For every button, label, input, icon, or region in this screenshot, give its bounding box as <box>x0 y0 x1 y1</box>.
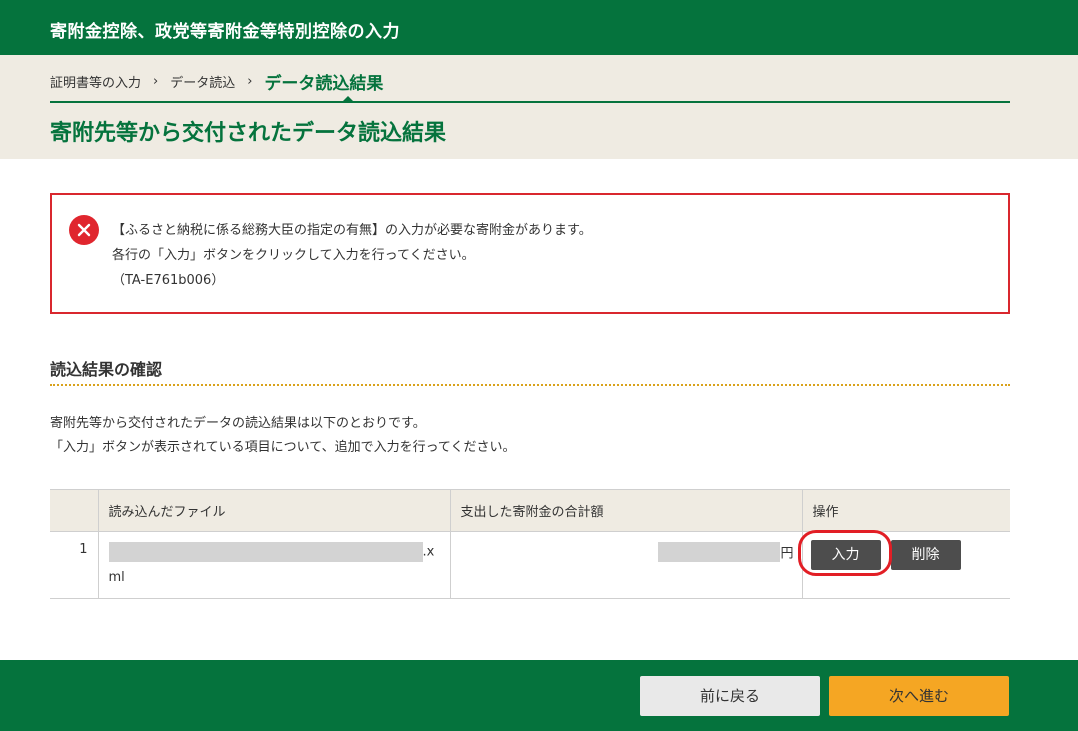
error-line-2: 各行の「入力」ボタンをクリックして入力を行ってください。 <box>112 248 475 263</box>
breadcrumb-underline <box>50 101 1010 103</box>
row-number: 1 <box>50 531 98 599</box>
intro-line-1: 寄附先等から交付されたデータの読込結果は以下のとおりです。 <box>50 416 426 431</box>
app-title: 寄附金控除、政党等寄附金等特別控除の入力 <box>50 22 400 42</box>
amount-unit: 円 <box>780 546 794 562</box>
breadcrumb-step-data-load: データ読込 <box>170 75 236 91</box>
breadcrumb-current: データ読込結果 <box>264 73 384 94</box>
results-table: 読み込んだファイル 支出した寄附金の合計額 操作 1 .x ml 円 入力 削除 <box>50 489 1010 599</box>
breadcrumb-current-marker <box>343 96 353 101</box>
section-divider <box>50 384 1010 386</box>
breadcrumb-separator: › <box>247 73 253 89</box>
error-code: （TA-E761b006） <box>112 273 225 288</box>
header-file: 読み込んだファイル <box>97 489 450 532</box>
redacted-amount <box>658 542 781 562</box>
operations-cell: 入力 削除 <box>797 530 1010 599</box>
error-message-box: 【ふるさと納税に係る総務大臣の指定の有無】の入力が必要な寄附金があります。 各行… <box>50 193 1010 314</box>
breadcrumb-step-certificate-input: 証明書等の入力 <box>50 75 142 91</box>
header-num <box>50 489 98 532</box>
back-button[interactable]: 前に戻る <box>640 676 820 716</box>
delete-button[interactable]: 削除 <box>890 540 961 570</box>
footer-bar: 前に戻る 次へ進む <box>0 660 1078 731</box>
next-button[interactable]: 次へ進む <box>829 676 1009 716</box>
table-row: 1 .x ml 円 入力 削除 <box>50 530 1010 599</box>
highlight-ring <box>797 530 892 576</box>
header-operations: 操作 <box>801 489 1010 532</box>
error-line-1: 【ふるさと納税に係る総務大臣の指定の有無】の入力が必要な寄附金があります。 <box>112 223 592 238</box>
error-text: 【ふるさと納税に係る総務大臣の指定の有無】の入力が必要な寄附金があります。 各行… <box>112 218 592 293</box>
file-extension: .x <box>422 544 435 560</box>
file-extension-continued: ml <box>108 570 125 585</box>
amount-cell: 円 <box>449 531 802 599</box>
page-title: 寄附先等から交付されたデータ読込結果 <box>50 121 447 146</box>
breadcrumb: 証明書等の入力 › データ読込 › データ読込結果 <box>50 70 384 94</box>
top-bar: 寄附金控除、政党等寄附金等特別控除の入力 <box>0 0 1078 55</box>
breadcrumb-separator: › <box>153 73 159 89</box>
header-amount: 支出した寄附金の合計額 <box>449 489 802 532</box>
error-icon <box>69 215 99 245</box>
intro-line-2: 「入力」ボタンが表示されている項目について、追加で入力を行ってください。 <box>50 440 516 455</box>
file-cell: .x ml <box>97 531 450 599</box>
redacted-filename <box>108 542 423 562</box>
section-intro: 寄附先等から交付されたデータの読込結果は以下のとおりです。 「入力」ボタンが表示… <box>50 412 516 460</box>
input-button-wrapper: 入力 <box>797 530 892 576</box>
table-header-row: 読み込んだファイル 支出した寄附金の合計額 操作 <box>50 489 1010 532</box>
section-title: 読込結果の確認 <box>50 360 163 379</box>
